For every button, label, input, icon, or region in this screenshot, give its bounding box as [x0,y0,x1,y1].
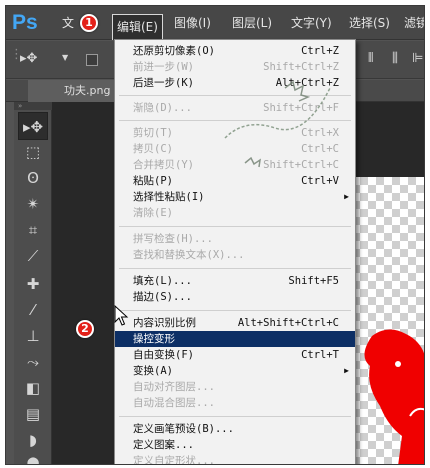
marquee-tool-icon: ⬚ [25,143,41,161]
menu-item-define-brush-preset[interactable]: 定义画笔预设(B)... [115,421,355,437]
menu-item-puppet-warp[interactable]: 操控变形 [115,331,355,347]
eraser-tool-button[interactable]: ◧ [18,374,48,402]
menu-separator [119,226,351,227]
gradient-tool-button[interactable]: ▤ [18,400,48,428]
eyedropper-tool-button[interactable]: ⟋ [18,242,48,270]
menu-item-find-replace[interactable]: 查找和替换文本(X)... [115,247,355,263]
stamp-tool-button[interactable]: ⊥ [18,322,48,350]
lasso-tool-icon: ʘ [27,169,39,187]
menu-item-content-aware-scale[interactable]: 内容识别比例 Alt+Shift+Ctrl+C [115,315,355,331]
menu-item-free-transform[interactable]: 自由变换(F) Ctrl+T [115,347,355,363]
menu-item-auto-align-layers[interactable]: 自动对齐图层... [115,379,355,395]
chevron-down-icon[interactable]: ▼ [62,53,68,62]
menu-select[interactable]: 选择(S) [349,6,390,40]
menu-item-paste-special[interactable]: 选择性粘贴(I) ▶ [115,189,355,205]
tools-panel: » ▸✥ ⬚ ʘ ✴ ⌗ ⟋ ✚ ⁄ ⊥ ⤳ ◧ ▤ ◗ ● [14,102,52,465]
eyedropper-tool-icon: ⟋ [27,247,39,265]
menu-item-clear[interactable]: 清除(E) [115,205,355,221]
menu-separator [119,310,351,311]
dodge-tool-icon: ● [26,453,40,465]
crop-tool-icon: ⌗ [28,221,38,239]
marquee-tool-button[interactable]: ⬚ [18,138,48,166]
menu-type[interactable]: 文字(Y) [291,6,332,40]
menu-item-transform[interactable]: 变换(A) ▶ [115,363,355,379]
step-marker-2: 2 [76,320,94,338]
menu-item-define-pattern[interactable]: 定义图案... [115,437,355,453]
move-tool-button[interactable]: ▸✥ [18,112,48,140]
gradient-tool-icon: ▤ [25,405,41,423]
menu-item-define-custom-shape[interactable]: 定义自定形状... [115,453,355,464]
menu-item-check-spelling[interactable]: 拼写检查(H)... [115,231,355,247]
menu-layer[interactable]: 图层(L) [232,6,272,40]
healing-brush-tool-icon: ✚ [26,275,40,293]
menu-item-fill[interactable]: 填充(L)... Shift+F5 [115,273,355,289]
watermark-graphic [224,80,331,168]
menu-bar: Ps 文 1 编辑(E) 图像(I) 图层(L) 文字(Y) 选择(S) 滤镜 [6,6,424,40]
auto-select-checkbox[interactable] [86,54,98,66]
magic-wand-tool-icon: ✴ [26,195,40,213]
submenu-arrow-icon: ▶ [344,192,349,201]
blur-tool-icon: ◗ [29,431,37,449]
menu-file[interactable]: 文 [62,6,74,40]
lasso-tool-button[interactable]: ʘ [18,164,48,192]
menu-item-stroke[interactable]: 描边(S)... [115,289,355,305]
magic-wand-tool-button[interactable]: ✴ [18,190,48,218]
brush-tool-icon: ⁄ [31,301,35,319]
distribute-icon[interactable]: ⫼ [392,51,398,66]
align-icon[interactable]: ⫴ [368,51,373,66]
dodge-tool-button[interactable]: ● [18,448,48,465]
step-marker-1: 1 [80,14,98,32]
move-tool-preset-icon[interactable]: ▸✥ [20,51,37,66]
edit-menu-dropdown: 还原剪切像素(O) Ctrl+Z 前进一步(W) Shift+Ctrl+Z 后退一步… [114,39,356,464]
crop-tool-button[interactable]: ⌗ [18,216,48,244]
menu-item-undo[interactable]: 还原剪切像素(O) Ctrl+Z [115,43,355,59]
menu-separator [119,416,351,417]
tools-panel-grip[interactable]: » [14,102,52,110]
mouse-cursor-icon [114,305,129,326]
menu-filter[interactable]: 滤镜 [404,6,424,40]
menu-separator [119,268,351,269]
submenu-arrow-icon: ▶ [344,366,349,375]
menu-edit[interactable]: 编辑(E) [112,14,163,40]
red-figure-image [364,329,424,464]
menu-item-auto-blend-layers[interactable]: 自动混合图层... [115,395,355,411]
menu-image[interactable]: 图像(I) [174,6,211,40]
eraser-tool-icon: ◧ [25,379,41,397]
brush-tool-button[interactable]: ⁄ [18,296,48,324]
stamp-tool-icon: ⊥ [26,327,40,345]
move-tool-icon: ▸✥ [22,118,44,136]
healing-brush-tool-button[interactable]: ✚ [18,270,48,298]
photoshop-window: Ps 文 1 编辑(E) 图像(I) 图层(L) 文字(Y) 选择(S) 滤镜 … [5,5,425,465]
history-brush-tool-button[interactable]: ⤳ [18,348,48,376]
history-brush-tool-icon: ⤳ [26,353,39,371]
align-right-icon[interactable]: ⊫ [412,51,423,66]
photoshop-logo: Ps [12,11,38,34]
